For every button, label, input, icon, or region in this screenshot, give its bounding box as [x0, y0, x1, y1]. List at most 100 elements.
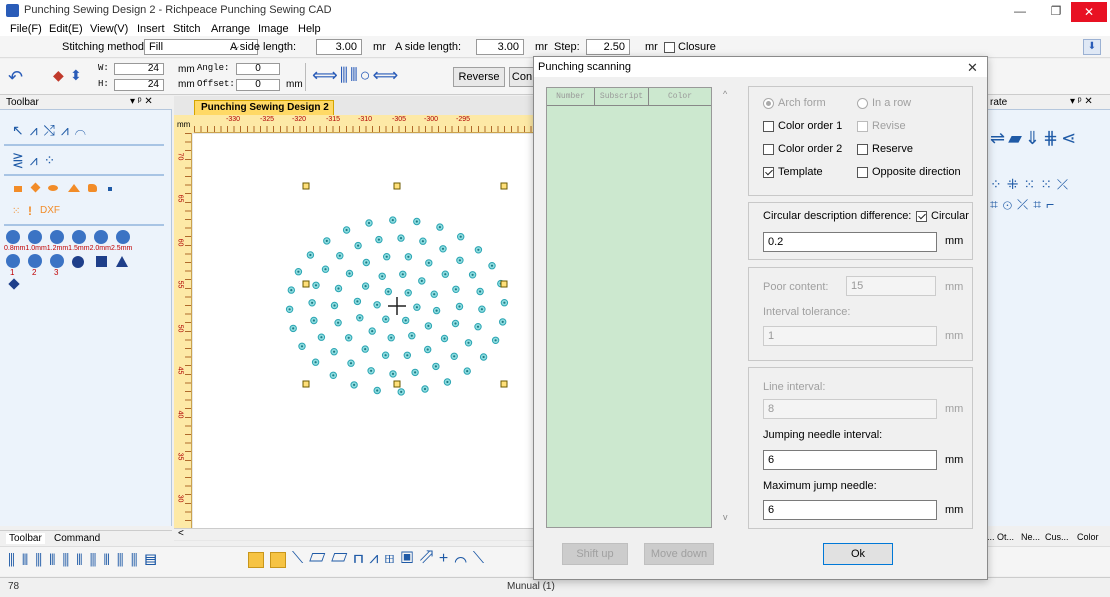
flip-vertical-icon[interactable]: ⬍	[70, 67, 82, 84]
arrange-tools-icons[interactable]: ⇌▰⇓⋕⋖	[990, 128, 1079, 149]
dot-shape-icon[interactable]	[108, 187, 112, 191]
in-a-row-radio-dot[interactable]	[857, 97, 868, 109]
column-subscript[interactable]: Subscript	[595, 88, 649, 106]
menu-image[interactable]: Image	[258, 22, 289, 36]
image-tool-icon[interactable]	[270, 552, 286, 568]
width-input[interactable]: 24	[114, 63, 164, 75]
panel-pin-icon[interactable]: ▾ ᵖ ✕	[1070, 96, 1093, 107]
selection-tools-icons[interactable]: ↖⩘⤭⩘⌒	[12, 122, 92, 139]
jumping-needle-input[interactable]: 6	[763, 450, 937, 470]
punch-size-icon[interactable]	[116, 230, 130, 244]
ok-button[interactable]: Ok	[823, 543, 893, 565]
scroll-up-icon[interactable]: ^	[723, 89, 727, 99]
tab-color[interactable]: Color	[1077, 532, 1099, 542]
panel-pin-icon[interactable]: ▾ ᵖ ✕	[130, 96, 153, 107]
revise-checkbox[interactable]: Revise	[857, 120, 906, 132]
warning-icon[interactable]: !	[28, 204, 32, 218]
selection-handle[interactable]	[393, 182, 401, 190]
filled-square-icon[interactable]	[96, 256, 107, 267]
opposite-direction-checkbox[interactable]: Opposite direction	[857, 166, 961, 178]
scatter-tools-icons[interactable]: ⁘⁜⁙⁙⤫	[990, 176, 1073, 193]
color-order-2-box[interactable]	[763, 143, 774, 155]
selection-handle[interactable]	[393, 380, 401, 388]
color-order-1-box[interactable]	[763, 120, 774, 132]
list-scrollbar[interactable]: ^ v	[720, 87, 734, 528]
flip-horizontal-icon[interactable]: ◆	[53, 67, 64, 84]
filled-diamond-icon[interactable]	[8, 278, 20, 290]
restore-button[interactable]: ❐	[1037, 0, 1075, 22]
a-side-length-input[interactable]: 3.00	[316, 39, 362, 55]
punch-sub-icon[interactable]	[50, 254, 64, 268]
close-button[interactable]: ✕	[1071, 2, 1107, 22]
punch-size-icon[interactable]	[6, 230, 20, 244]
in-a-row-radio[interactable]: In a row	[857, 97, 911, 109]
angle-input[interactable]: 0	[236, 63, 280, 75]
con-button[interactable]: Con	[509, 67, 535, 87]
punch-sub-icon[interactable]	[6, 254, 20, 268]
scroll-left-icon[interactable]: <	[178, 528, 184, 539]
undo-arrow-icon[interactable]: ↶	[8, 67, 23, 88]
horizontal-scrollbar[interactable]: <	[174, 528, 537, 540]
diamond-shape-icon[interactable]	[30, 182, 41, 193]
filled-triangle-icon[interactable]	[116, 256, 128, 267]
menu-stitch[interactable]: Stitch	[173, 22, 201, 36]
image-tool-icon[interactable]	[248, 552, 264, 568]
menu-insert[interactable]: Insert	[137, 22, 165, 36]
shift-up-button[interactable]: Shift up	[562, 543, 628, 565]
template-checkbox[interactable]: Template	[763, 166, 823, 178]
minimize-button[interactable]: —	[1001, 0, 1039, 22]
tab-new[interactable]: Ne...	[1021, 532, 1040, 542]
selection-handle[interactable]	[302, 182, 310, 190]
reserve-checkbox[interactable]: Reserve	[857, 143, 913, 155]
stitch-tools-icons[interactable]: ⋛⩘⁘	[12, 152, 61, 169]
selection-handle[interactable]	[302, 280, 310, 288]
reverse-button[interactable]: Reverse	[453, 67, 505, 87]
rectangle-shape-icon[interactable]	[14, 186, 22, 192]
closure-checkbox-box[interactable]	[664, 41, 675, 53]
reserve-box[interactable]	[857, 143, 868, 155]
column-number[interactable]: Number	[547, 88, 595, 106]
align-distribute-icons[interactable]: ⫼⫴⫼⫴⫼⫴⫼⫴⫼⫼▤	[8, 552, 164, 569]
dxf-label[interactable]: DXF	[40, 205, 60, 216]
menu-help[interactable]: Help	[298, 22, 321, 36]
column-color[interactable]: Color	[649, 88, 711, 106]
menu-edit[interactable]: Edit(E)	[49, 22, 83, 36]
move-down-button[interactable]: Move down	[644, 543, 714, 565]
circular-box[interactable]	[916, 210, 927, 222]
tab-command[interactable]: Command	[54, 533, 100, 544]
line-interval-input[interactable]: 8	[763, 399, 937, 419]
menu-arrange[interactable]: Arrange	[211, 22, 250, 36]
scatter-tool-icon[interactable]: ⁙	[12, 206, 20, 217]
circular-checkbox[interactable]: Circular	[916, 210, 969, 222]
color-order-1-checkbox[interactable]: Color order 1	[763, 120, 842, 132]
ellipse-shape-icon[interactable]	[48, 185, 58, 191]
closure-checkbox[interactable]: Closure	[664, 41, 716, 53]
tab-other[interactable]: ... Ot...	[987, 532, 1014, 542]
punch-list[interactable]: Number Subscript Color	[546, 87, 712, 528]
tab-punching-sewing-design-2[interactable]: Punching Sewing Design 2 x	[194, 100, 334, 126]
node-tools-icons[interactable]: ⌗⊙⤫⌗⌐	[990, 196, 1059, 213]
selection-handle[interactable]	[500, 280, 508, 288]
punch-sub-icon[interactable]	[28, 254, 42, 268]
punch-size-icon[interactable]	[28, 230, 42, 244]
interval-tolerance-input[interactable]: 1	[763, 326, 937, 346]
circular-difference-input[interactable]: 0.2	[763, 232, 937, 252]
dialog-close-icon[interactable]: ✕	[967, 60, 978, 76]
step-input[interactable]: 2.50	[586, 39, 630, 55]
selection-handle[interactable]	[302, 380, 310, 388]
punch-size-icon[interactable]	[72, 230, 86, 244]
custom-shape-icon[interactable]	[88, 184, 97, 192]
height-input[interactable]: 24	[114, 79, 164, 91]
a-side-length-input-2[interactable]: 3.00	[476, 39, 524, 55]
align-tools-icons[interactable]: ⟺⫼⫴○⟺	[312, 65, 400, 86]
color-order-2-checkbox[interactable]: Color order 2	[763, 143, 842, 155]
poor-content-input[interactable]: 15	[846, 276, 936, 296]
selection-handle[interactable]	[500, 380, 508, 388]
filled-circle-icon[interactable]	[72, 256, 84, 268]
scroll-down-icon[interactable]: v	[723, 512, 728, 522]
opposite-direction-box[interactable]	[857, 166, 868, 178]
menu-file[interactable]: File(F)	[10, 22, 42, 36]
menu-view[interactable]: View(V)	[90, 22, 128, 36]
arch-form-radio-dot[interactable]	[763, 97, 774, 109]
selection-handle[interactable]	[500, 182, 508, 190]
